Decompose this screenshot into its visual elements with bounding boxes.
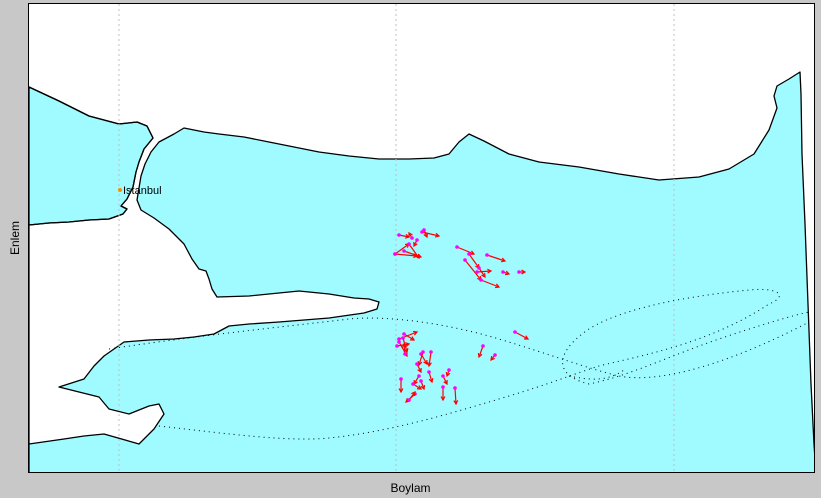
station-dot xyxy=(429,350,433,354)
station-dot xyxy=(447,368,451,372)
city-label-istanbul: Istanbul xyxy=(123,185,162,197)
station-dot xyxy=(410,236,414,240)
station-dot xyxy=(427,370,431,374)
station-dot xyxy=(415,238,419,242)
istanbul-marker: Istanbul xyxy=(118,185,162,197)
station-dot xyxy=(419,379,423,383)
station-dot xyxy=(407,242,411,246)
station-dot xyxy=(455,245,459,249)
station-dot xyxy=(407,398,411,402)
station-dot xyxy=(481,344,485,348)
station-dot xyxy=(477,266,481,270)
station-dot xyxy=(411,382,415,386)
station-dot xyxy=(421,350,425,354)
station-dot xyxy=(402,249,406,253)
station-dot xyxy=(501,270,505,274)
station-dot xyxy=(463,258,467,262)
station-dot xyxy=(485,253,489,257)
station-dot xyxy=(517,270,521,274)
station-dot xyxy=(395,344,399,348)
station-dot xyxy=(399,377,403,381)
station-dot xyxy=(475,270,479,274)
station-dot xyxy=(422,228,426,232)
station-dot xyxy=(397,233,401,237)
station-dot xyxy=(479,278,483,282)
map-panel: Istanbul xyxy=(28,3,815,473)
station-dot xyxy=(453,386,457,390)
station-dot xyxy=(441,374,445,378)
x-axis-label: Boylam xyxy=(390,481,431,495)
station-dot xyxy=(417,374,421,378)
station-dot xyxy=(403,352,407,356)
station-dot xyxy=(393,252,397,256)
station-dot xyxy=(441,385,445,389)
y-axis-label: Enlem xyxy=(8,220,22,256)
orange-dot-icon xyxy=(118,188,122,192)
station-dot xyxy=(513,330,517,334)
station-dot xyxy=(401,336,405,340)
station-dot xyxy=(493,353,497,357)
sea-area xyxy=(29,71,814,472)
station-dot xyxy=(397,340,401,344)
marmara-sea-map: Istanbul xyxy=(29,4,814,472)
station-dot xyxy=(467,252,471,256)
station-dot xyxy=(402,332,406,336)
station-dot xyxy=(415,362,419,366)
